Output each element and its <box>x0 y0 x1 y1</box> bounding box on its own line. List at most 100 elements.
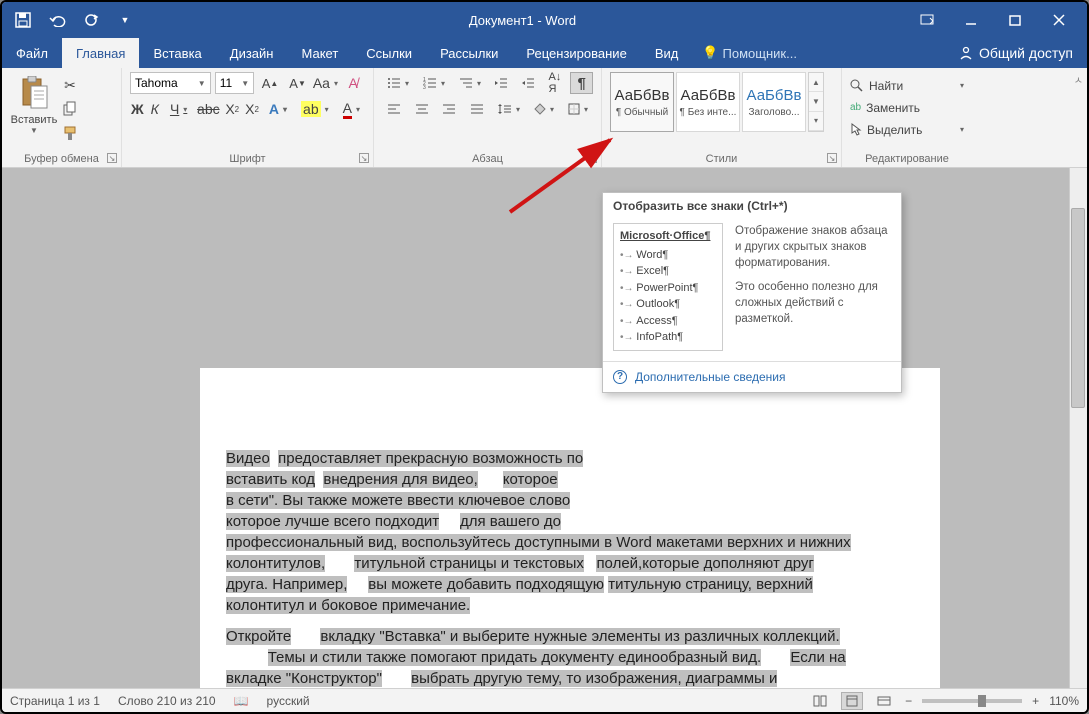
document-page[interactable]: Видео предоставляет прекрасную возможнос… <box>200 368 940 688</box>
decrease-indent-icon[interactable] <box>490 72 513 94</box>
sign-in-area[interactable] <box>797 38 945 68</box>
share-button[interactable]: Общий доступ <box>945 38 1087 68</box>
tooltip-more-info[interactable]: ? Дополнительные сведения <box>603 362 901 392</box>
text-effects-icon[interactable]: A▾ <box>264 98 292 120</box>
tooltip-item: Word¶ <box>620 247 716 264</box>
style-no-spacing[interactable]: АаБбВв¶ Без инте... <box>676 72 740 132</box>
help-icon: ? <box>613 370 627 384</box>
bullets-icon[interactable]: ▾ <box>382 72 414 94</box>
tooltip-item: InfoPath¶ <box>620 329 716 346</box>
group-styles-title: Стили <box>602 153 841 165</box>
view-web-layout[interactable] <box>873 692 895 710</box>
tab-layout[interactable]: Макет <box>287 38 352 68</box>
paste-button[interactable]: Вставить ▼ <box>10 72 58 144</box>
group-editing: Найти▾ abЗаменить Выделить▾ Редактирован… <box>842 68 972 167</box>
text: вы можете добавить подходящую <box>368 576 604 593</box>
font-name-combo[interactable]: Tahoma▼ <box>130 72 211 94</box>
maximize-icon[interactable] <box>1003 8 1027 32</box>
font-launcher[interactable]: ↘ <box>359 153 369 163</box>
qa-customize-icon[interactable]: ▼ <box>114 9 136 31</box>
italic-icon[interactable]: К <box>149 98 161 120</box>
zoom-level[interactable]: 110% <box>1049 694 1079 708</box>
zoom-slider[interactable] <box>922 699 1022 703</box>
multilevel-list-icon[interactable]: ▾ <box>454 72 486 94</box>
document-workspace: Видео предоставляет прекрасную возможнос… <box>2 168 1087 688</box>
clipboard-launcher[interactable]: ↘ <box>107 153 117 163</box>
sort-icon[interactable]: А↓Я <box>544 72 567 94</box>
replace-label: Заменить <box>866 101 920 115</box>
find-button[interactable]: Найти▾ <box>850 76 964 95</box>
text: Если на <box>790 649 845 666</box>
grow-font-icon[interactable]: A▲ <box>258 72 282 94</box>
zoom-in-icon[interactable]: + <box>1032 694 1039 708</box>
view-print-layout[interactable] <box>841 692 863 710</box>
status-language[interactable]: русский <box>267 694 310 708</box>
redo-icon[interactable] <box>80 9 102 31</box>
save-icon[interactable] <box>12 9 34 31</box>
ribbon-options-icon[interactable] <box>915 8 939 32</box>
numbering-icon[interactable]: 123▾ <box>418 72 450 94</box>
text: внедрения для видео, <box>323 471 477 488</box>
scrollbar-thumb[interactable] <box>1071 208 1085 408</box>
minimize-icon[interactable] <box>959 8 983 32</box>
status-page[interactable]: Страница 1 из 1 <box>10 694 100 708</box>
styles-launcher[interactable]: ↘ <box>827 153 837 163</box>
strikethrough-icon[interactable]: abc <box>196 98 220 120</box>
styles-scroll[interactable]: ▲▼▾ <box>808 72 824 132</box>
format-painter-icon[interactable] <box>58 122 82 144</box>
shading-icon[interactable]: ▾ <box>529 98 559 120</box>
vertical-scrollbar[interactable] <box>1069 168 1087 688</box>
tab-insert[interactable]: Вставка <box>139 38 215 68</box>
copy-icon[interactable] <box>58 98 82 120</box>
style-normal[interactable]: АаБбВв¶ Обычный <box>610 72 674 132</box>
status-bar: Страница 1 из 1 Слово 210 из 210 📖 русск… <box>2 688 1087 712</box>
shrink-font-icon[interactable]: A▼ <box>286 72 310 94</box>
text: друга. Например, <box>226 576 347 593</box>
tab-file[interactable]: Файл <box>2 38 62 68</box>
subscript-icon[interactable]: X2 <box>224 98 240 120</box>
view-read-mode[interactable] <box>809 692 831 710</box>
font-color-icon[interactable]: A▾ <box>338 98 365 120</box>
ribbon-tabs: Файл Главная Вставка Дизайн Макет Ссылки… <box>2 38 1087 68</box>
tab-review[interactable]: Рецензирование <box>512 38 640 68</box>
tell-me-assistant[interactable]: 💡 Помощник... <box>702 38 797 68</box>
status-proofing-icon[interactable]: 📖 <box>234 694 249 708</box>
tab-design[interactable]: Дизайн <box>216 38 288 68</box>
replace-button[interactable]: abЗаменить <box>850 98 964 117</box>
text: полей, <box>596 555 642 572</box>
show-hide-marks-button[interactable]: ¶ <box>570 72 593 94</box>
change-case-icon[interactable]: Aa▾ <box>313 72 337 94</box>
borders-icon[interactable]: ▾ <box>563 98 593 120</box>
zoom-out-icon[interactable]: − <box>905 694 912 708</box>
tooltip-preview: Microsoft·Office¶ Word¶ Excel¶ PowerPoin… <box>613 223 723 351</box>
align-left-icon[interactable] <box>382 98 406 120</box>
increase-indent-icon[interactable] <box>517 72 540 94</box>
paste-label: Вставить <box>11 114 58 126</box>
zoom-slider-thumb[interactable] <box>978 695 986 707</box>
select-button[interactable]: Выделить▾ <box>850 120 964 139</box>
text: Видео <box>226 450 270 467</box>
line-spacing-icon[interactable]: ▾ <box>493 98 525 120</box>
clear-formatting-icon[interactable]: A̸ <box>341 72 365 94</box>
align-center-icon[interactable] <box>410 98 434 120</box>
status-word-count[interactable]: Слово 210 из 210 <box>118 694 216 708</box>
underline-icon[interactable]: Ч▾ <box>165 98 192 120</box>
share-label: Общий доступ <box>979 45 1073 61</box>
cut-icon[interactable]: ✂ <box>58 74 82 96</box>
highlight-icon[interactable]: ab▾ <box>296 98 334 120</box>
tab-mailings[interactable]: Рассылки <box>426 38 512 68</box>
tab-home[interactable]: Главная <box>62 38 139 68</box>
font-size-combo[interactable]: 11▼ <box>215 72 254 94</box>
collapse-ribbon-icon[interactable]: ㅅ <box>1074 72 1083 87</box>
justify-icon[interactable] <box>465 98 489 120</box>
tab-references[interactable]: Ссылки <box>352 38 426 68</box>
paragraph-launcher[interactable]: ↘ <box>587 153 597 163</box>
superscript-icon[interactable]: X2 <box>244 98 260 120</box>
undo-icon[interactable] <box>46 9 68 31</box>
style-name-normal: ¶ Обычный <box>612 107 672 118</box>
bold-icon[interactable]: Ж <box>130 98 145 120</box>
close-icon[interactable] <box>1047 8 1071 32</box>
style-heading1[interactable]: АаБбВвЗаголово... <box>742 72 806 132</box>
tab-view[interactable]: Вид <box>641 38 693 68</box>
align-right-icon[interactable] <box>437 98 461 120</box>
